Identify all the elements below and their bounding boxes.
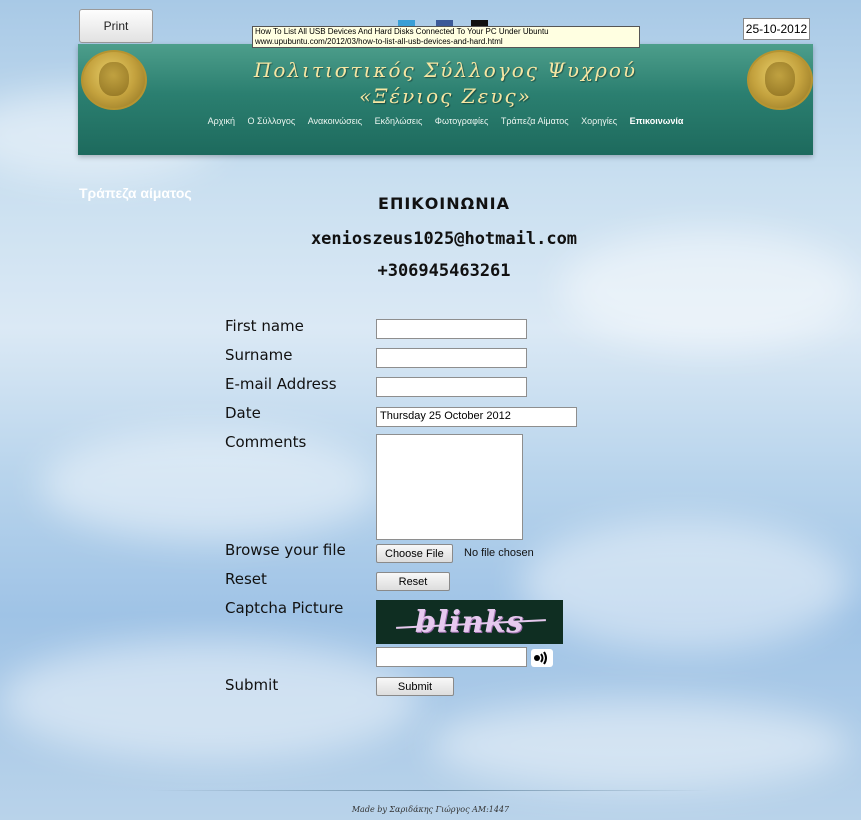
contact-phone: +306945463261 xyxy=(377,261,511,281)
nav-item-association[interactable]: Ο Σύλλογος xyxy=(247,116,295,126)
footer-credit: Made by Σαριδάκης Γιώργος ΑΜ:1447 xyxy=(351,805,510,814)
header-banner: Πολιτιστικός Σύλλογος Ψυχρού «Ξένιος Ζευ… xyxy=(78,44,813,155)
site-subtitle: «Ξένιος Ζευς» xyxy=(359,84,532,108)
file-label: Browse your file xyxy=(225,541,346,559)
captcha-input[interactable] xyxy=(376,647,527,667)
captcha-image: blinks xyxy=(376,600,563,644)
tooltip-url: www.upubuntu.com/2012/03/how-to-list-all… xyxy=(255,37,503,46)
audio-captcha-icon[interactable] xyxy=(531,649,553,667)
nav-item-contact[interactable]: Επικοινωνία xyxy=(630,116,684,126)
surname-label: Surname xyxy=(225,346,293,364)
email-label: E-mail Address xyxy=(225,375,337,393)
submit-label: Submit xyxy=(225,676,279,694)
speaker-icon xyxy=(534,651,547,665)
print-button[interactable]: Print xyxy=(79,9,153,43)
first-name-label: First name xyxy=(225,317,304,335)
date-label: Date xyxy=(225,404,261,422)
date-display: 25-10-2012 xyxy=(743,18,810,40)
tooltip-title: How To List All USB Devices And Hard Dis… xyxy=(255,27,549,36)
cloud-decoration xyxy=(0,640,420,760)
date-input[interactable]: Thursday 25 October 2012 xyxy=(376,407,577,427)
nav-item-sponsors[interactable]: Χορηγίες xyxy=(581,116,617,126)
first-name-input[interactable] xyxy=(376,319,527,339)
nav-item-blood-bank[interactable]: Τράπεζα Αίματος xyxy=(501,116,569,126)
submit-button[interactable]: Submit xyxy=(376,677,454,696)
site-title: Πολιτιστικός Σύλλογος Ψυχρού xyxy=(253,58,638,82)
captcha-label: Captcha Picture xyxy=(225,599,344,617)
cloud-decoration xyxy=(430,700,850,790)
nav-item-events[interactable]: Εκδηλώσεις xyxy=(375,116,423,126)
nav-item-announcements[interactable]: Ανακοινώσεις xyxy=(308,116,362,126)
link-tooltip: How To List All USB Devices And Hard Dis… xyxy=(252,26,640,48)
reset-label: Reset xyxy=(225,570,267,588)
nav-item-photos[interactable]: Φωτογραφίες xyxy=(435,116,489,126)
comments-textarea[interactable] xyxy=(376,434,523,540)
reset-button[interactable]: Reset xyxy=(376,572,450,591)
file-status: No file chosen xyxy=(464,547,534,559)
email-input[interactable] xyxy=(376,377,527,397)
choose-file-button[interactable]: Choose File xyxy=(376,544,453,563)
comments-label: Comments xyxy=(225,433,307,451)
nav-item-home[interactable]: Αρχική xyxy=(208,116,235,126)
cloud-decoration xyxy=(40,430,380,540)
contact-email: xenioszeus1025@hotmail.com xyxy=(310,229,578,249)
footer-divider xyxy=(150,790,710,791)
surname-input[interactable] xyxy=(376,348,527,368)
main-nav: Αρχική Ο Σύλλογος Ανακοινώσεις Εκδηλώσει… xyxy=(78,116,813,126)
contact-heading: ΕΠΙΚΟΙΝΩΝΙΑ xyxy=(378,194,510,213)
cloud-decoration xyxy=(520,520,850,650)
